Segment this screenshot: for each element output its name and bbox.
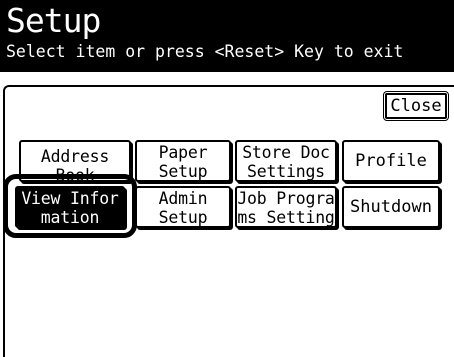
store-doc-settings-label: Store Doc Settings <box>242 143 330 181</box>
job-programs-setting-button[interactable]: Job Progra ms Setting <box>235 186 337 228</box>
paper-setup-button[interactable]: Paper Setup <box>135 140 231 182</box>
view-information-label: View Infor mation <box>21 189 119 227</box>
profile-button[interactable]: Profile <box>342 140 440 182</box>
job-programs-setting-label: Job Progra ms Setting <box>237 189 335 227</box>
store-doc-settings-button[interactable]: Store Doc Settings <box>235 140 337 182</box>
shutdown-label: Shutdown <box>350 197 432 217</box>
profile-label: Profile <box>355 151 427 171</box>
address-book-label: Address Book <box>40 147 110 182</box>
paper-setup-label: Paper Setup <box>158 143 208 181</box>
shutdown-button[interactable]: Shutdown <box>342 186 440 228</box>
address-book-button[interactable]: Address Book <box>19 140 131 182</box>
admin-setup-label: Admin Setup <box>158 189 208 227</box>
admin-setup-button[interactable]: Admin Setup <box>135 186 231 228</box>
close-button[interactable]: Close <box>383 91 449 121</box>
page-subtitle: Select item or press <Reset> Key to exit <box>6 42 404 61</box>
page-title: Setup <box>6 1 101 40</box>
view-information-button[interactable]: View Infor mation <box>15 186 125 228</box>
header-bar: Setup Select item or press <Reset> Key t… <box>0 0 454 72</box>
close-button-label: Close <box>390 96 442 116</box>
